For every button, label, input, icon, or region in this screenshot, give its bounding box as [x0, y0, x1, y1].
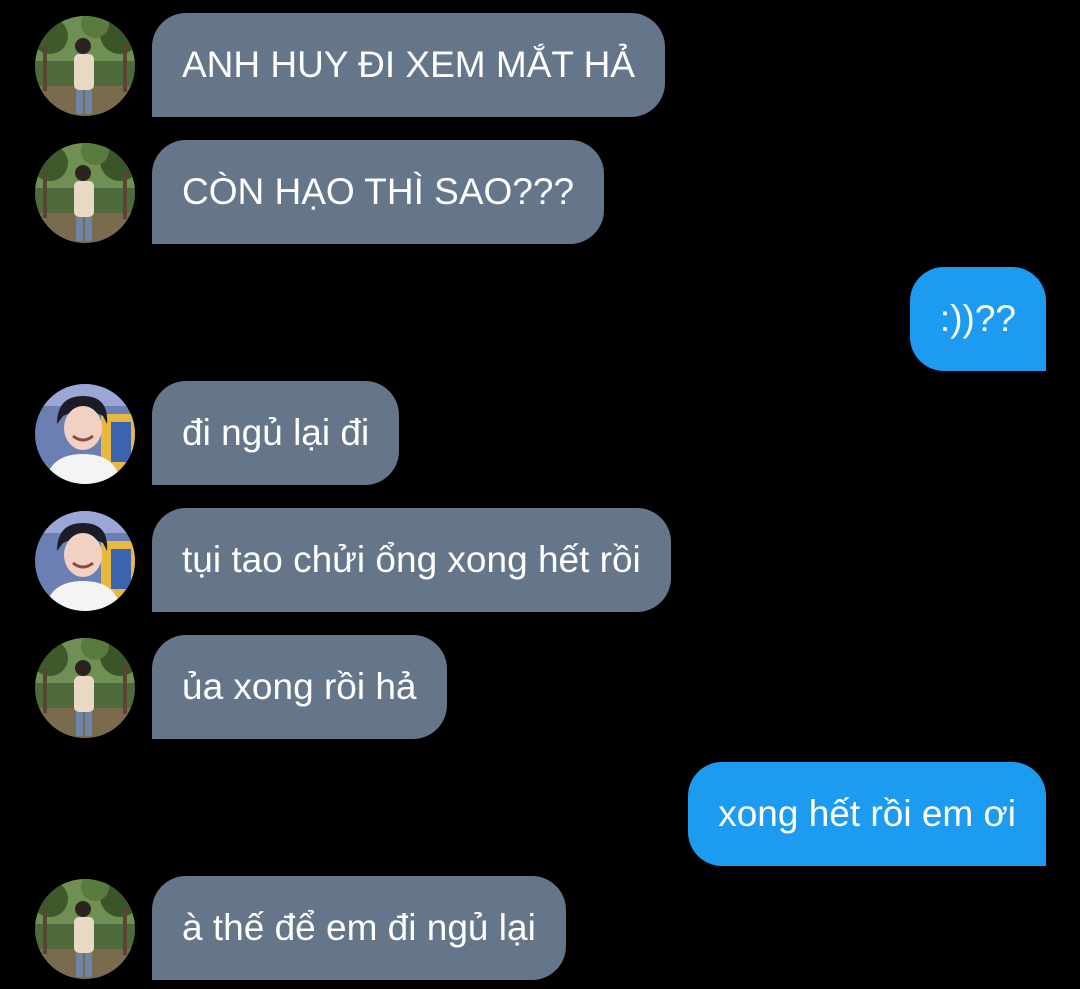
message-text: tụi tao chửi ổng xong hết rồi: [182, 539, 641, 580]
contact-b-avatar[interactable]: [35, 384, 135, 484]
contact-b-avatar[interactable]: [35, 511, 135, 611]
outgoing-message-bubble[interactable]: xong hết rồi em ơi: [688, 762, 1046, 866]
message-text: ANH HUY ĐI XEM MẮT HẢ: [182, 44, 635, 85]
incoming-message-bubble[interactable]: ANH HUY ĐI XEM MẮT HẢ: [152, 13, 665, 117]
chat-thread: ANH HUY ĐI XEM MẮT HẢ CÒN HẠO THÌ SAO???…: [0, 0, 1080, 989]
contact-a-avatar[interactable]: [35, 143, 135, 243]
incoming-message-bubble[interactable]: à thế để em đi ngủ lại: [152, 876, 566, 980]
message-text: CÒN HẠO THÌ SAO???: [182, 171, 575, 212]
outgoing-message-bubble[interactable]: :))??: [909, 267, 1046, 371]
message-text: ủa xong rồi hả: [182, 666, 417, 707]
contact-a-avatar[interactable]: [35, 16, 135, 116]
incoming-message-bubble[interactable]: CÒN HẠO THÌ SAO???: [152, 140, 605, 244]
incoming-message-bubble[interactable]: tụi tao chửi ổng xong hết rồi: [152, 508, 671, 612]
message-text: :))??: [939, 298, 1016, 339]
message-text: đi ngủ lại đi: [182, 412, 370, 453]
message-text: à thế để em đi ngủ lại: [182, 907, 536, 948]
incoming-message-bubble[interactable]: ủa xong rồi hả: [152, 635, 447, 739]
contact-a-avatar[interactable]: [35, 638, 135, 738]
incoming-message-bubble[interactable]: đi ngủ lại đi: [152, 381, 400, 485]
message-text: xong hết rồi em ơi: [718, 793, 1016, 834]
contact-a-avatar[interactable]: [35, 879, 135, 979]
